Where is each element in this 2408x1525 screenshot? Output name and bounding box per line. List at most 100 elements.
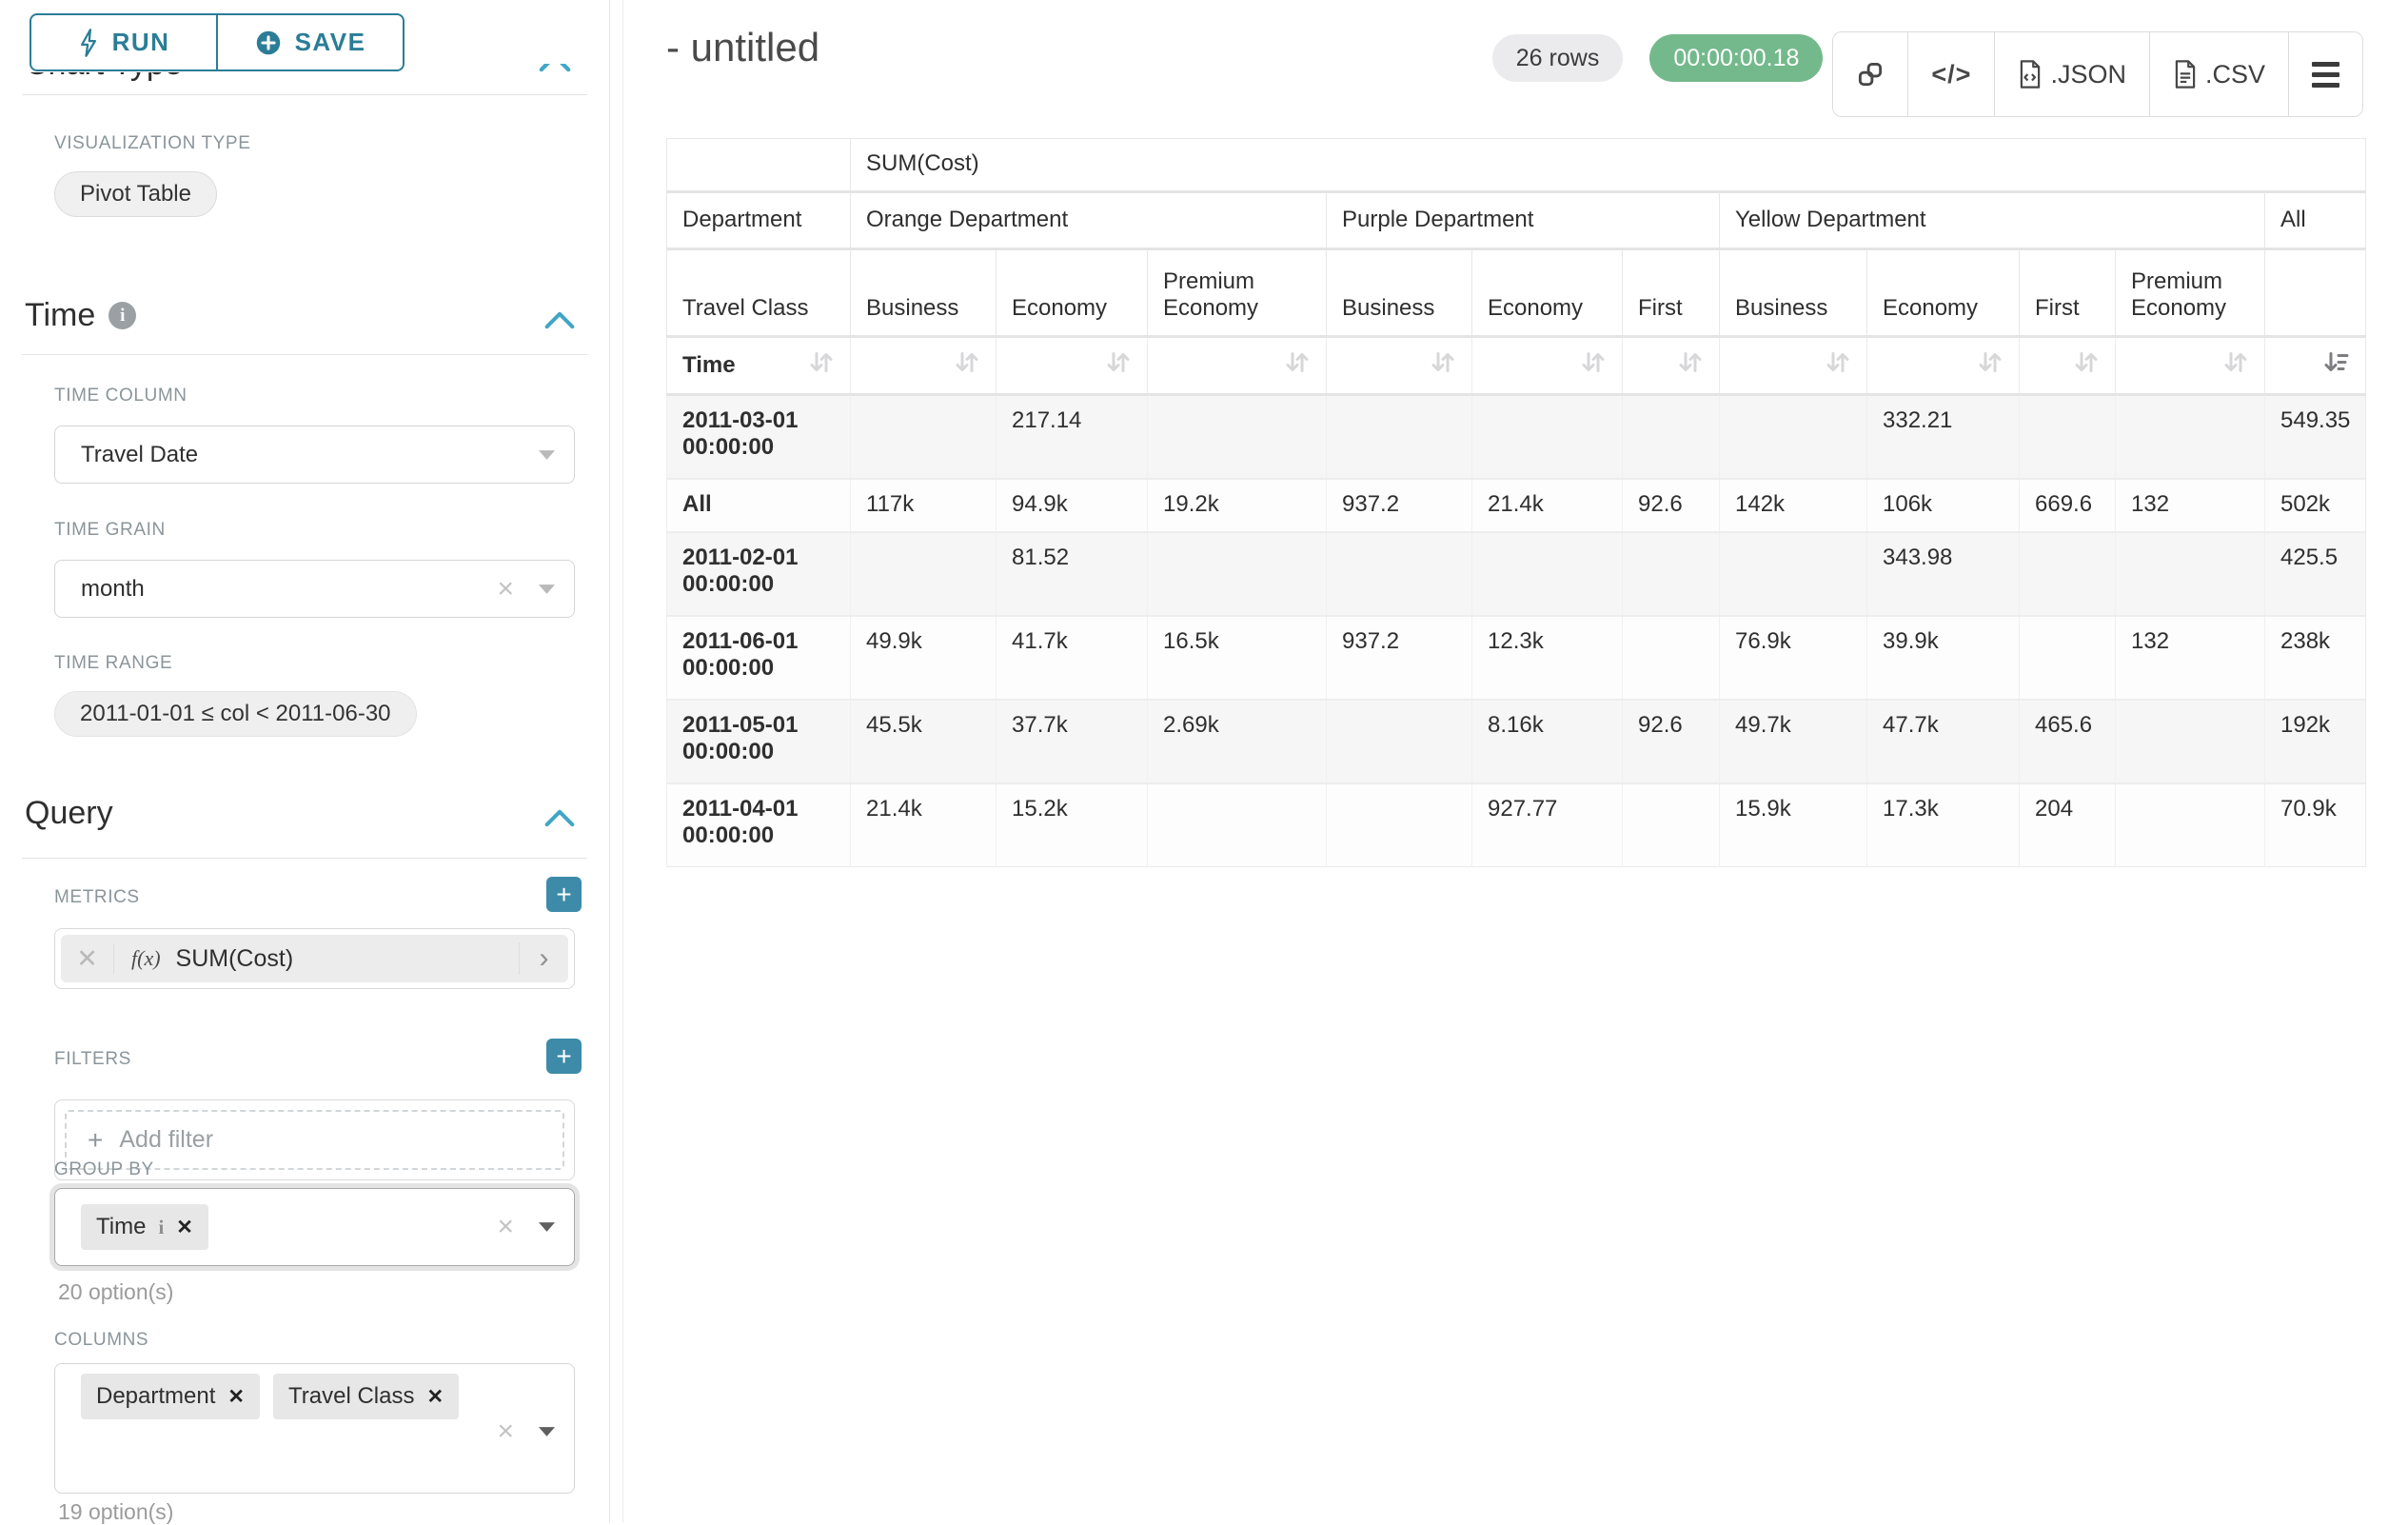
table-row: 2011-05-01 00:00:0045.5k37.7k2.69k8.16k9… — [667, 700, 2366, 783]
time-section-header: Time i — [25, 297, 136, 334]
sort-toggle-cell[interactable] — [2116, 337, 2265, 395]
embed-code-button[interactable]: </> — [1907, 32, 1994, 116]
sort-toggle-cell[interactable] — [2020, 337, 2116, 395]
collapse-query-section[interactable] — [544, 809, 575, 832]
value-cell: 21.4k — [1472, 479, 1623, 532]
caret-down-icon — [539, 1427, 555, 1436]
value-cell: 39.9k — [1867, 616, 2020, 700]
export-json-button[interactable]: .JSON — [1994, 32, 2149, 116]
value-cell: 502k — [2265, 479, 2366, 532]
travel-class-header: Business — [1327, 249, 1472, 337]
columns-select[interactable]: Department ✕ Travel Class ✕ × — [54, 1363, 575, 1494]
sort-icon — [1284, 349, 1311, 382]
collapse-time-section[interactable] — [544, 311, 575, 334]
value-cell — [2020, 616, 2116, 700]
sort-toggle-cell[interactable] — [2265, 337, 2366, 395]
value-cell: 465.6 — [2020, 700, 2116, 783]
value-cell: 425.5 — [2265, 532, 2366, 616]
value-cell — [1148, 395, 1327, 479]
caret-down-icon — [539, 1222, 555, 1232]
chart-title[interactable]: - untitled — [666, 25, 819, 70]
sort-toggle-cell[interactable] — [1148, 337, 1327, 395]
group-by-select[interactable]: Time i ✕ × — [54, 1188, 575, 1266]
value-cell: 937.2 — [1327, 479, 1472, 532]
sort-icon — [1677, 349, 1704, 382]
visualization-type-pill[interactable]: Pivot Table — [54, 171, 217, 217]
row-dimension-label: Time — [682, 352, 736, 379]
value-cell — [2020, 532, 2116, 616]
chevron-up-icon — [539, 64, 571, 72]
groupby-tag-time[interactable]: Time i ✕ — [81, 1204, 208, 1250]
sort-icon — [2222, 349, 2249, 382]
row-header: 2011-05-01 00:00:00 — [667, 700, 851, 783]
time-range-pill[interactable]: 2011-01-01 ≤ col < 2011-06-30 — [54, 691, 417, 737]
sort-toggle-cell[interactable] — [1867, 337, 2020, 395]
remove-tag-icon[interactable]: ✕ — [176, 1216, 193, 1239]
value-cell: 117k — [851, 479, 997, 532]
value-cell: 132 — [2116, 616, 2265, 700]
clear-icon[interactable]: × — [497, 1213, 514, 1241]
value-cell: 49.7k — [1720, 700, 1867, 783]
col-group-header: Yellow Department — [1720, 192, 2265, 249]
value-cell — [851, 532, 997, 616]
value-cell — [2116, 532, 2265, 616]
time-grain-select[interactable]: month × — [54, 560, 575, 618]
sort-toggle-cell[interactable] — [1327, 337, 1472, 395]
value-cell: 37.7k — [997, 700, 1148, 783]
value-cell — [1327, 783, 1472, 867]
remove-metric-icon[interactable]: ✕ — [61, 944, 114, 974]
chevron-up-icon — [544, 311, 575, 329]
export-csv-button[interactable]: .CSV — [2149, 32, 2288, 116]
sort-toggle-cell[interactable] — [851, 337, 997, 395]
chevron-right-icon[interactable]: › — [519, 942, 568, 975]
chart-type-chevron-clipped[interactable] — [539, 64, 581, 72]
panel-divider — [609, 0, 610, 1523]
value-cell — [1472, 395, 1623, 479]
value-cell: 92.6 — [1623, 479, 1720, 532]
run-button[interactable]: RUN — [30, 13, 217, 71]
time-column-select[interactable]: Travel Date — [54, 426, 575, 484]
value-cell — [851, 395, 997, 479]
columns-tag-travel-class[interactable]: Travel Class ✕ — [273, 1374, 459, 1419]
value-cell: 49.9k — [851, 616, 997, 700]
tag-label: Travel Class — [288, 1383, 414, 1410]
time-column-value: Travel Date — [81, 442, 198, 468]
clear-icon[interactable]: × — [497, 575, 514, 604]
sort-toggle-cell[interactable] — [1623, 337, 1720, 395]
save-button[interactable]: SAVE — [217, 13, 405, 71]
columns-label: COLUMNS — [54, 1330, 148, 1351]
link-icon — [1856, 60, 1885, 89]
value-cell: 332.21 — [1867, 395, 2020, 479]
value-cell — [2116, 700, 2265, 783]
chart-area: - untitled 26 rows 00:00:00.18 </> .JSON… — [623, 0, 2408, 1523]
value-cell: 19.2k — [1148, 479, 1327, 532]
sort-toggle-cell[interactable] — [997, 337, 1148, 395]
value-cell: 15.2k — [997, 783, 1148, 867]
row-count-badge: 26 rows — [1492, 34, 1624, 82]
add-metric-button[interactable]: + — [546, 877, 582, 912]
columns-tag-department[interactable]: Department ✕ — [81, 1374, 260, 1419]
clear-icon[interactable]: × — [497, 1417, 514, 1446]
travel-class-header: First — [1623, 249, 1720, 337]
row-dimension-sort-cell[interactable]: Time — [667, 337, 851, 395]
filters-label: FILTERS — [54, 1049, 131, 1070]
export-toolbar: </> .JSON .CSV — [1832, 31, 2363, 117]
travel-class-header: Premium Economy — [1148, 249, 1327, 337]
value-cell: 41.7k — [997, 616, 1148, 700]
menu-button[interactable] — [2288, 32, 2362, 116]
share-link-button[interactable] — [1833, 32, 1907, 116]
col-group-header: Orange Department — [851, 192, 1327, 249]
travel-class-header: Economy — [1867, 249, 2020, 337]
add-filter-plus-button[interactable]: + — [546, 1039, 582, 1074]
sort-toggle-cell[interactable] — [1472, 337, 1623, 395]
remove-tag-icon[interactable]: ✕ — [227, 1385, 245, 1409]
travel-class-header: Economy — [997, 249, 1148, 337]
row-header: 2011-02-01 00:00:00 — [667, 532, 851, 616]
sort-icon — [1430, 349, 1456, 382]
remove-tag-icon[interactable]: ✕ — [426, 1385, 444, 1409]
sort-toggle-cell[interactable] — [1720, 337, 1867, 395]
value-cell: 2.69k — [1148, 700, 1327, 783]
value-cell — [2116, 395, 2265, 479]
metric-item[interactable]: ✕ f(x) SUM(Cost) › — [61, 935, 568, 982]
sort-icon — [2073, 349, 2100, 382]
